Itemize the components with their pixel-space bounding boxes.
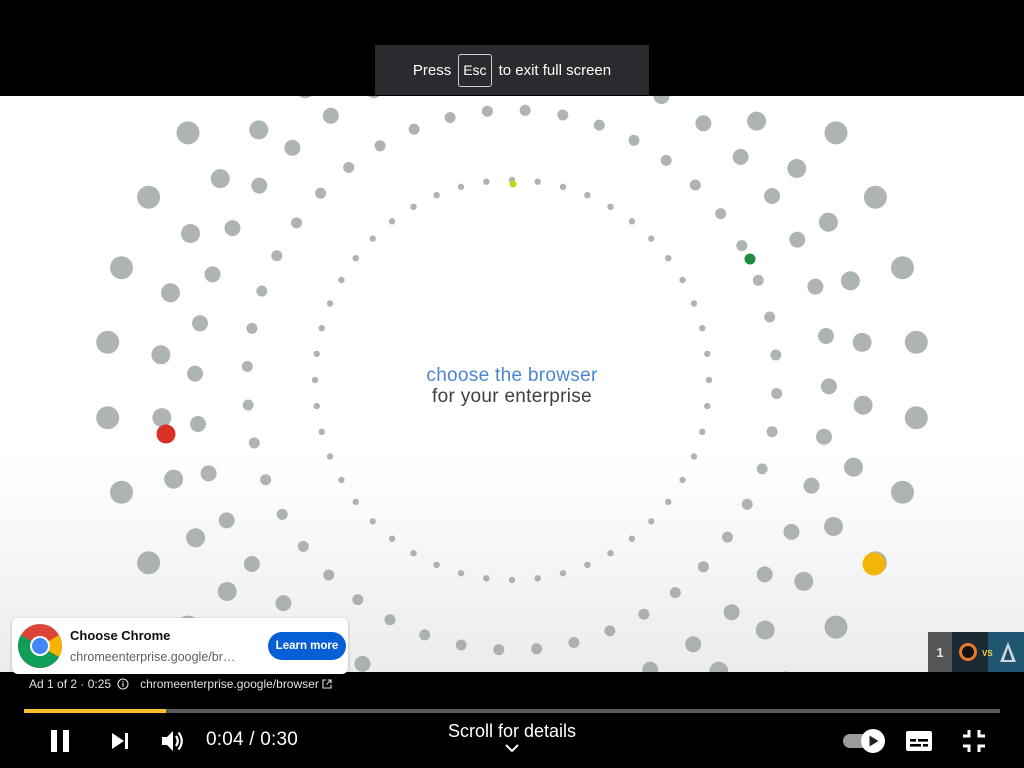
queue-count-badge: 1 bbox=[928, 632, 952, 672]
subtitles-icon bbox=[906, 731, 932, 751]
tagline-line-1: choose the browser bbox=[426, 365, 598, 386]
autoplay-toggle[interactable] bbox=[842, 728, 886, 754]
svg-text:VS: VS bbox=[982, 649, 993, 658]
tagline-line-2: for your enterprise bbox=[432, 386, 592, 407]
up-next-thumbnail[interactable]: 1 VS bbox=[928, 632, 1024, 672]
pause-icon bbox=[51, 730, 69, 752]
scroll-hint-label: Scroll for details bbox=[447, 721, 577, 741]
hint-press-text: Press bbox=[412, 61, 452, 79]
ad-counter: Ad 1 of 2 · 0:25 bbox=[29, 677, 112, 691]
progress-bar[interactable] bbox=[24, 709, 1000, 713]
exit-fullscreen-icon bbox=[963, 730, 985, 752]
esc-key-badge: Esc bbox=[458, 53, 492, 87]
volume-icon bbox=[162, 731, 183, 751]
chrome-logo-icon bbox=[18, 624, 62, 668]
ad-title[interactable]: Choose Chrome bbox=[70, 628, 258, 643]
learn-more-button[interactable]: Learn more bbox=[268, 632, 346, 660]
chevron-down-icon bbox=[505, 744, 519, 753]
info-icon[interactable] bbox=[117, 678, 129, 690]
external-link-icon bbox=[322, 679, 332, 689]
subtitles-button[interactable] bbox=[902, 726, 936, 756]
fullscreen-exit-hint: Press Esc to exit full screen bbox=[375, 45, 649, 95]
progress-bar-fill bbox=[24, 709, 167, 713]
ad-overlay-card[interactable]: Choose Chrome chromeenterprise.google/br… bbox=[12, 618, 348, 674]
ad-advertiser-link[interactable]: chromeenterprise.google/browser bbox=[140, 677, 319, 691]
ad-info-line: Ad 1 of 2 · 0:25 chromeenterprise.google… bbox=[29, 677, 332, 691]
exit-fullscreen-button[interactable] bbox=[957, 724, 991, 758]
autoplay-toggle-icon bbox=[843, 729, 885, 753]
pause-button[interactable] bbox=[42, 724, 78, 758]
ad-url[interactable]: chromeenterprise.google/br… bbox=[70, 650, 258, 664]
time-display: 0:04 / 0:30 bbox=[206, 729, 298, 750]
video-frame[interactable]: choose the browser for your enterprise bbox=[0, 96, 1024, 672]
scroll-for-details[interactable]: Scroll for details bbox=[412, 721, 612, 753]
video-thumbnail[interactable]: VS bbox=[952, 632, 1024, 672]
next-button[interactable] bbox=[104, 724, 136, 758]
volume-button[interactable] bbox=[156, 724, 190, 758]
next-icon bbox=[112, 733, 128, 749]
hint-suffix-text: to exit full screen bbox=[498, 61, 612, 79]
